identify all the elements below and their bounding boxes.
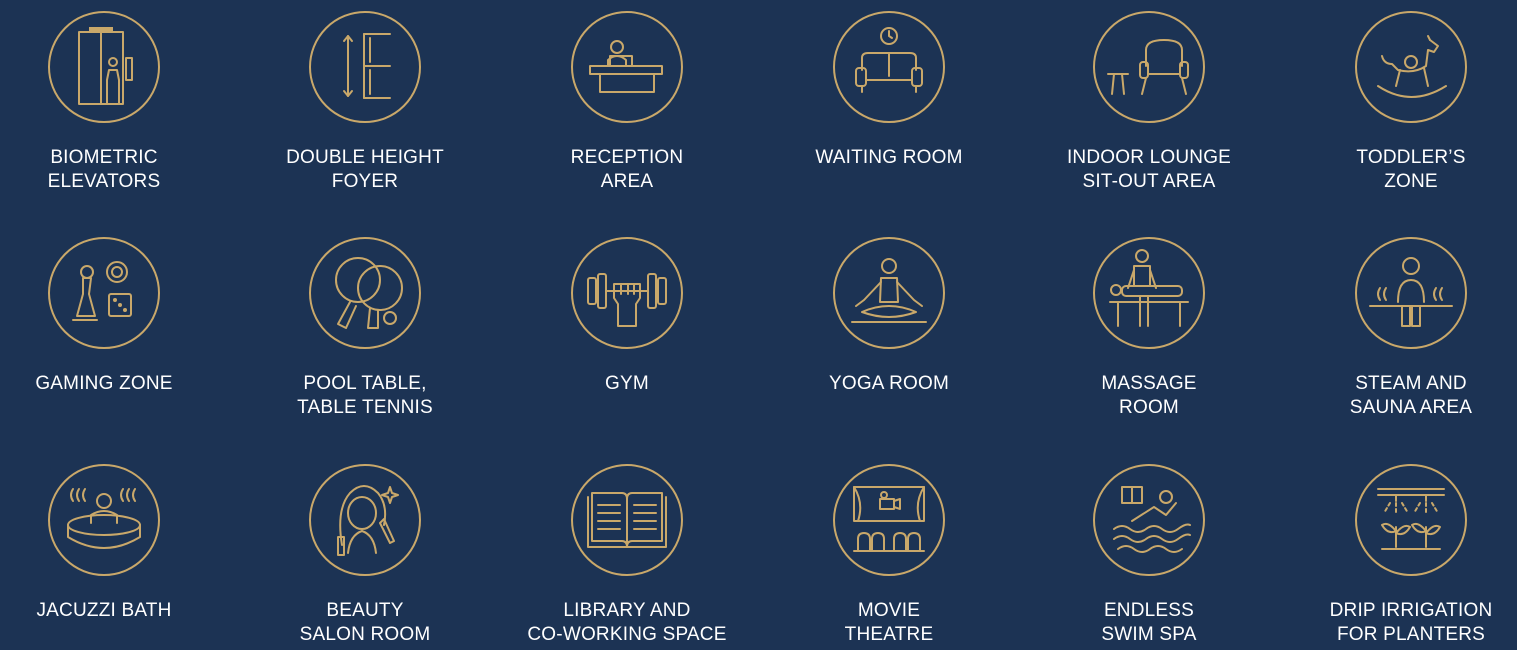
amenity-label-line1: BIOMETRIC <box>50 147 158 168</box>
amenity-label-line2: THEATRE <box>844 624 934 645</box>
massage-table-icon <box>1092 236 1206 350</box>
amenity-gym: GYM <box>517 236 737 396</box>
amenity-label-line1: INDOOR LOUNGE <box>1066 147 1232 168</box>
amenity-drip-irrigation: DRIP IRRIGATION FOR PLANTERS <box>1301 463 1517 647</box>
open-book-icon <box>570 463 684 577</box>
amenity-label-line1: JACUZZI BATH <box>36 600 172 621</box>
amenity-label-line2: SALON ROOM <box>299 624 431 645</box>
reception-desk-icon <box>570 10 684 124</box>
amenity-label-line2: AREA <box>600 171 654 192</box>
sauna-person-icon <box>1354 236 1468 350</box>
amenity-label-line2: ELEVATORS <box>47 171 161 192</box>
amenity-label-line1: TODDLER’S <box>1356 147 1466 168</box>
swimmer-icon <box>1092 463 1206 577</box>
amenity-label-line2: FOR PLANTERS <box>1336 624 1486 645</box>
amenity-label-line1: LIBRARY AND <box>563 600 691 621</box>
amenity-label-line2: TABLE TENNIS <box>297 397 433 418</box>
amenity-jacuzzi-bath: JACUZZI BATH <box>0 463 214 623</box>
amenity-label-line1: RECEPTION <box>570 147 684 168</box>
amenity-label-line1: DRIP IRRIGATION <box>1329 600 1493 621</box>
amenity-library-coworking: LIBRARY AND CO-WORKING SPACE <box>517 463 737 647</box>
amenity-label-line2: SAUNA AREA <box>1349 397 1473 418</box>
amenity-label-line1: DOUBLE HEIGHT <box>286 147 444 168</box>
amenity-label-line1: STEAM AND <box>1355 373 1467 394</box>
amenity-massage-room: MASSAGE ROOM <box>1039 236 1259 420</box>
amenity-reception-area: RECEPTION AREA <box>517 10 737 194</box>
amenity-label-line2: ROOM <box>1119 397 1179 418</box>
rocking-horse-icon <box>1354 10 1468 124</box>
table-tennis-paddle-icon <box>308 236 422 350</box>
amenity-label-line2: FOYER <box>331 171 399 192</box>
lounge-armchair-icon <box>1092 10 1206 124</box>
amenity-double-height-foyer: DOUBLE HEIGHT FOYER <box>255 10 475 194</box>
amenity-biometric-elevators: BIOMETRIC ELEVATORS <box>0 10 214 194</box>
amenity-label-line1: GAMING ZONE <box>35 373 173 394</box>
amenity-waiting-room: WAITING ROOM <box>779 10 999 170</box>
amenity-movie-theatre: MOVIE THEATRE <box>779 463 999 647</box>
amenity-gaming-zone: GAMING ZONE <box>0 236 214 396</box>
amenity-pool-table-tennis: POOL TABLE, TABLE TENNIS <box>255 236 475 420</box>
amenity-label-line2: SIT-OUT AREA <box>1082 171 1216 192</box>
amenity-label-line1: MOVIE <box>857 600 921 621</box>
waiting-sofa-icon <box>832 10 946 124</box>
amenity-toddlers-zone: TODDLER’S ZONE <box>1301 10 1517 194</box>
amenity-label-line2: CO-WORKING SPACE <box>527 624 727 645</box>
amenity-label-line1: GYM <box>605 373 649 394</box>
amenity-label-line1: WAITING ROOM <box>815 147 963 168</box>
movie-theatre-icon <box>832 463 946 577</box>
amenity-label-line1: YOGA ROOM <box>828 373 950 394</box>
drip-irrigation-icon <box>1354 463 1468 577</box>
dumbbell-icon <box>570 236 684 350</box>
amenity-endless-swim-spa: ENDLESS SWIM SPA <box>1039 463 1259 647</box>
amenity-label-line1: ENDLESS <box>1103 600 1195 621</box>
amenity-indoor-lounge: INDOOR LOUNGE SIT-OUT AREA <box>1039 10 1259 194</box>
amenity-label-line1: MASSAGE <box>1101 373 1197 394</box>
jacuzzi-icon <box>47 463 161 577</box>
beauty-salon-icon <box>308 463 422 577</box>
yoga-pose-icon <box>832 236 946 350</box>
amenities-grid: BIOMETRIC ELEVATORS DOUBLE HEIGHT FOYER <box>0 0 1517 650</box>
amenity-steam-sauna: STEAM AND SAUNA AREA <box>1301 236 1517 420</box>
amenity-label-line2: ZONE <box>1384 171 1438 192</box>
biometric-elevator-icon <box>47 10 161 124</box>
amenity-label-line1: POOL TABLE, <box>303 373 427 394</box>
amenity-label-line1: BEAUTY <box>326 600 404 621</box>
amenity-label-line2: SWIM SPA <box>1101 624 1197 645</box>
amenity-beauty-salon: BEAUTY SALON ROOM <box>255 463 475 647</box>
double-height-foyer-icon <box>308 10 422 124</box>
amenity-yoga-room: YOGA ROOM <box>779 236 999 396</box>
gaming-pieces-icon <box>47 236 161 350</box>
